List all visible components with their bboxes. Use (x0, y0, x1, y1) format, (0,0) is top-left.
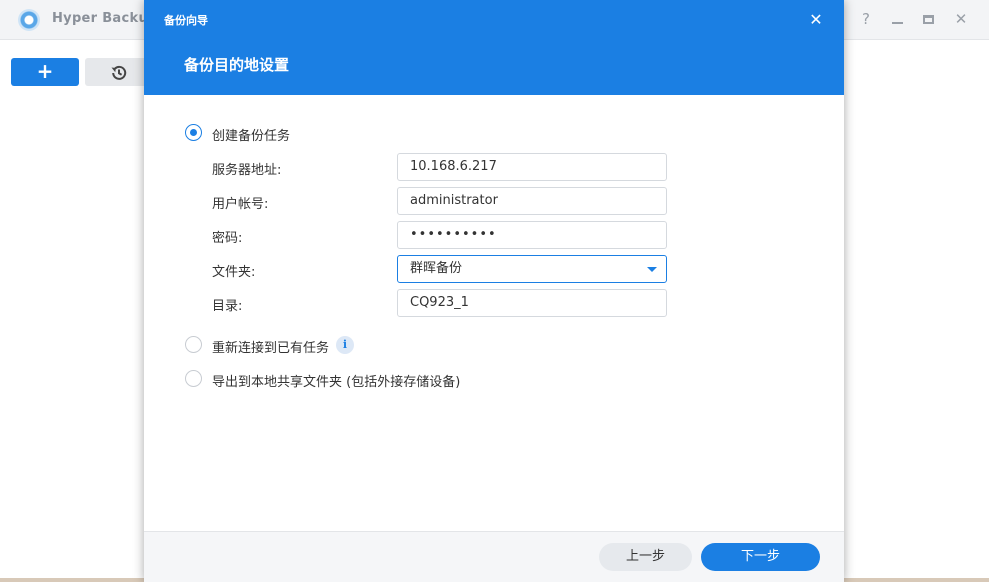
dialog-title: 备份目的地设置 (184, 56, 290, 74)
radio-relink-existing-task[interactable] (185, 336, 202, 353)
radio-export-local-share-label[interactable]: 导出到本地共享文件夹 (包括外接存储设备) (212, 371, 460, 390)
backup-wizard-dialog: 备份向导 ✕ 备份目的地设置 创建备份任务 服务器地址: 10.168.6.21… (144, 0, 844, 582)
minimize-icon[interactable] (888, 10, 906, 28)
dialog-close-icon[interactable]: ✕ (804, 9, 828, 31)
add-task-button[interactable]: + (11, 58, 79, 86)
dialog-footer: 上一步 下一步 (144, 531, 844, 582)
folder-select-value: 群晖备份 (410, 261, 463, 276)
server-address-input[interactable]: 10.168.6.217 (397, 153, 667, 181)
directory-input[interactable]: CQ923_1 (397, 289, 667, 317)
server-address-label: 服务器地址: (212, 163, 282, 178)
dialog-header: 备份向导 ✕ 备份目的地设置 (144, 0, 844, 95)
radio-create-backup-task-label[interactable]: 创建备份任务 (212, 125, 290, 144)
hyper-backup-logo-icon (18, 9, 40, 31)
username-label: 用户帐号: (212, 197, 269, 212)
radio-export-local-share[interactable] (185, 370, 202, 387)
radio-create-backup-task[interactable] (185, 124, 202, 141)
restore-history-icon (111, 65, 127, 80)
maximize-icon[interactable] (919, 10, 937, 28)
next-button[interactable]: 下一步 (701, 543, 820, 571)
radio-relink-existing-task-label[interactable]: 重新连接到已有任务 (212, 337, 329, 356)
wizard-label: 备份向导 (164, 14, 208, 27)
folder-select[interactable]: 群晖备份 (397, 255, 667, 283)
restore-button[interactable] (85, 58, 153, 86)
password-input[interactable]: •••••••••• (397, 221, 667, 249)
chevron-down-icon[interactable] (647, 267, 657, 272)
folder-label: 文件夹: (212, 265, 256, 280)
help-icon[interactable]: ? (857, 10, 875, 28)
window-close-icon[interactable]: ✕ (952, 10, 970, 28)
info-icon[interactable]: i (336, 336, 354, 354)
username-input[interactable]: administrator (397, 187, 667, 215)
directory-label: 目录: (212, 299, 243, 314)
app-title: Hyper Backup (52, 11, 158, 26)
password-label: 密码: (212, 231, 243, 246)
previous-button[interactable]: 上一步 (599, 543, 692, 571)
